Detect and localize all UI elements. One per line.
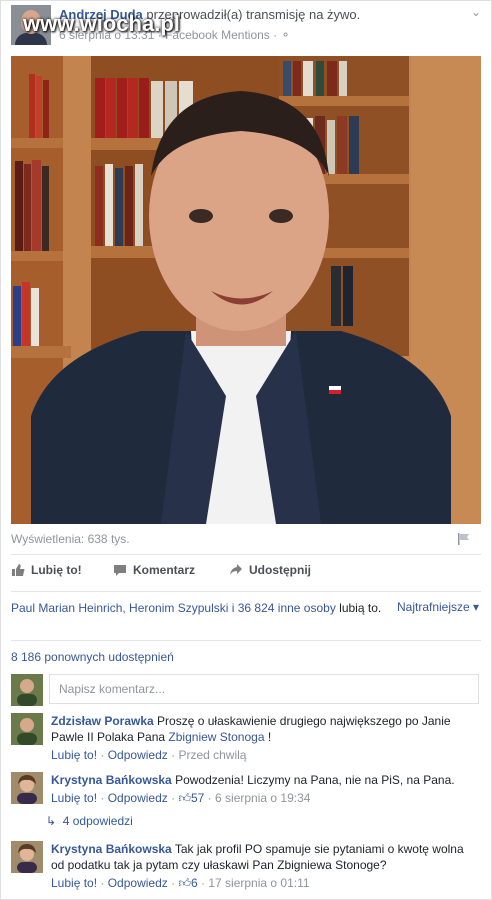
share-icon bbox=[230, 564, 242, 575]
comment-button[interactable]: Komentarz bbox=[113, 563, 195, 577]
comment-reply-link[interactable]: Odpowiedz bbox=[108, 748, 168, 762]
action-bar: Lubię to! Komentarz Udostępnij bbox=[11, 563, 481, 583]
divider bbox=[11, 554, 481, 555]
comment-meta: Lubię to! · Odpowiedz · Przed chwilą bbox=[51, 748, 247, 762]
share-button[interactable]: Udostępnij bbox=[229, 563, 311, 577]
reply-arrow-icon: ↳ bbox=[46, 814, 57, 828]
user-avatar bbox=[11, 674, 43, 706]
comment-input[interactable]: Napisz komentarz... bbox=[49, 674, 479, 704]
shares-count-link[interactable]: 8 186 ponownych udostępnień bbox=[11, 650, 174, 664]
view-count: Wyświetlenia: 638 tys. bbox=[11, 532, 130, 546]
comment-label: Komentarz bbox=[133, 563, 196, 577]
comment-like-link[interactable]: Lubię to! bbox=[51, 791, 97, 805]
flag-icon[interactable] bbox=[457, 532, 471, 546]
video-frame bbox=[11, 56, 481, 524]
comment-like-count[interactable]: 57 bbox=[191, 791, 204, 805]
comment-composer: Napisz komentarz... bbox=[11, 674, 481, 706]
globe-icon: ⚬ bbox=[280, 28, 291, 42]
comment-time[interactable]: 6 sierpnia o 19:34 bbox=[215, 791, 310, 805]
comment-time[interactable]: 17 sierpnia o 01:11 bbox=[208, 876, 309, 890]
comment-like-link[interactable]: Lubię to! bbox=[51, 748, 97, 762]
view-replies-link[interactable]: ↳ 4 odpowiedzi bbox=[46, 814, 133, 828]
replies-count: 4 odpowiedzi bbox=[62, 814, 133, 828]
comment-time[interactable]: Przed chwilą bbox=[178, 748, 246, 762]
share-label: Udostępnij bbox=[249, 563, 311, 577]
sort-dropdown[interactable]: Najtrafniejsze ▾ bbox=[397, 600, 479, 614]
comment-meta: Lubię to! · Odpowiedz · 👍︎6 · 17 sierpni… bbox=[51, 876, 310, 890]
sort-label: Najtrafniejsze bbox=[397, 600, 470, 614]
post-card: Andrzej Duda przeprowadził(a) transmisję… bbox=[0, 0, 492, 900]
comment-like-count[interactable]: 6 bbox=[191, 876, 198, 890]
comment-body: Krystyna Bańkowska Tak jak profil PO spa… bbox=[51, 841, 476, 891]
likes-suffix: lubią to. bbox=[339, 601, 382, 615]
comment-meta: Lubię to! · Odpowiedz · 👍︎57 · 6 sierpni… bbox=[51, 791, 311, 805]
comment-icon bbox=[114, 565, 126, 576]
mention-link[interactable]: Zbigniew Stonoga bbox=[168, 730, 264, 744]
likes-summary: Paul Marian Heinrich, Heronim Szypulski … bbox=[11, 600, 391, 616]
like-label: Lubię to! bbox=[31, 563, 82, 577]
comment-body: Zdzisław Porawka Proszę o ułaskawienie d… bbox=[51, 713, 476, 763]
video-player[interactable] bbox=[11, 56, 481, 524]
likers-link[interactable]: Paul Marian Heinrich, Heronim Szypulski … bbox=[11, 601, 336, 615]
commenter-avatar[interactable] bbox=[11, 713, 43, 745]
comment-author[interactable]: Zdzisław Porawka bbox=[51, 714, 154, 728]
comment-author[interactable]: Krystyna Bańkowska bbox=[51, 842, 172, 856]
comment-reply-link[interactable]: Odpowiedz bbox=[108, 791, 168, 805]
thumbs-up-icon: 👍︎ bbox=[178, 876, 191, 890]
post-header: Andrzej Duda przeprowadził(a) transmisję… bbox=[11, 5, 483, 49]
chevron-down-icon[interactable]: ⌄ bbox=[471, 5, 481, 19]
comment-text-end: ! bbox=[264, 730, 272, 744]
comment-like-link[interactable]: Lubię to! bbox=[51, 876, 97, 890]
commenter-avatar[interactable] bbox=[11, 772, 43, 804]
comment-author[interactable]: Krystyna Bańkowska bbox=[51, 773, 172, 787]
comment-reply-link[interactable]: Odpowiedz bbox=[108, 876, 168, 890]
thumbs-up-icon: 👍︎ bbox=[178, 791, 191, 805]
thumbs-up-icon bbox=[12, 564, 25, 576]
commenter-avatar[interactable] bbox=[11, 841, 43, 873]
like-button[interactable]: Lubię to! bbox=[11, 563, 82, 577]
watermark-logo: www.wiocha.pl bbox=[23, 11, 180, 36]
divider bbox=[11, 640, 481, 641]
comment-body: Krystyna Bańkowska Powodzenia! Liczymy n… bbox=[51, 772, 476, 806]
comment-text: Powodzenia! Liczymy na Pana, nie na PiS,… bbox=[175, 773, 455, 787]
divider bbox=[11, 591, 481, 592]
caret-down-icon: ▾ bbox=[473, 600, 480, 614]
